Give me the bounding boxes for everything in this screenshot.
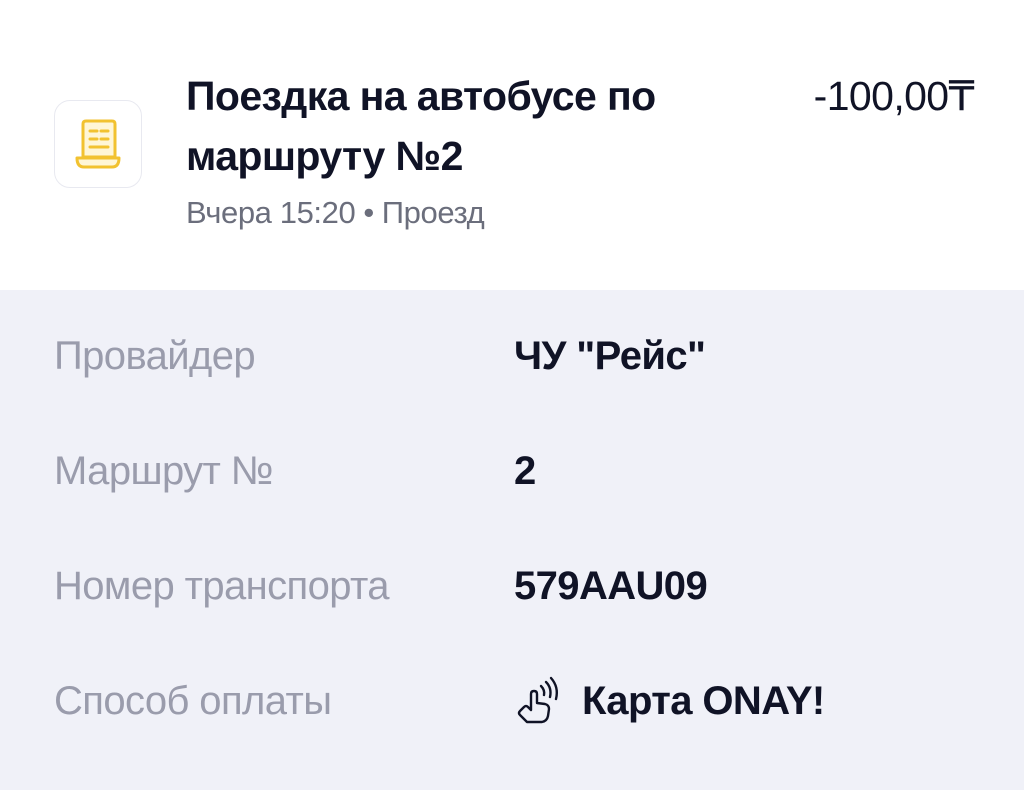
transaction-title: Поездка на автобусе по маршруту №2 [186,73,656,179]
receipt-icon-tile [54,100,142,188]
receipt-icon [75,119,121,169]
meta-separator: • [363,195,374,230]
transaction-meta: Вчера 15:20 • Проезд [186,193,485,233]
detail-label: Номер транспорта [54,564,390,608]
contactless-tap-icon [517,676,559,724]
detail-label: Маршрут № [54,449,274,493]
transaction-details-screen: Поездка на автобусе по маршруту №2 -100,… [0,0,1024,799]
detail-value: 2 [514,449,536,493]
transaction-details-list: Провайдер ЧУ "Рейс" Маршрут № 2 Номер тр… [0,290,1024,790]
detail-row-provider: Провайдер ЧУ "Рейс" [0,326,1024,386]
payment-method-name: Карта ONAY! [582,679,825,723]
detail-row-payment-method: Способ оплаты Карта ONAY! [0,671,1024,731]
transaction-header: Поездка на автобусе по маршруту №2 -100,… [0,0,1024,290]
transaction-date-time: Вчера 15:20 [186,195,356,230]
detail-label: Провайдер [54,334,256,378]
detail-value-payment: Карта ONAY! [514,671,825,731]
bottom-edge [0,790,1024,799]
detail-value: 579AAU09 [514,564,708,608]
detail-row-route: Маршрут № 2 [0,441,1024,501]
transaction-category: Проезд [381,195,485,230]
detail-row-vehicle-number: Номер транспорта 579AAU09 [0,556,1024,616]
detail-label: Способ оплаты [54,679,332,723]
detail-value: ЧУ "Рейс" [514,334,706,378]
transaction-amount: -100,00₸ [813,73,975,119]
